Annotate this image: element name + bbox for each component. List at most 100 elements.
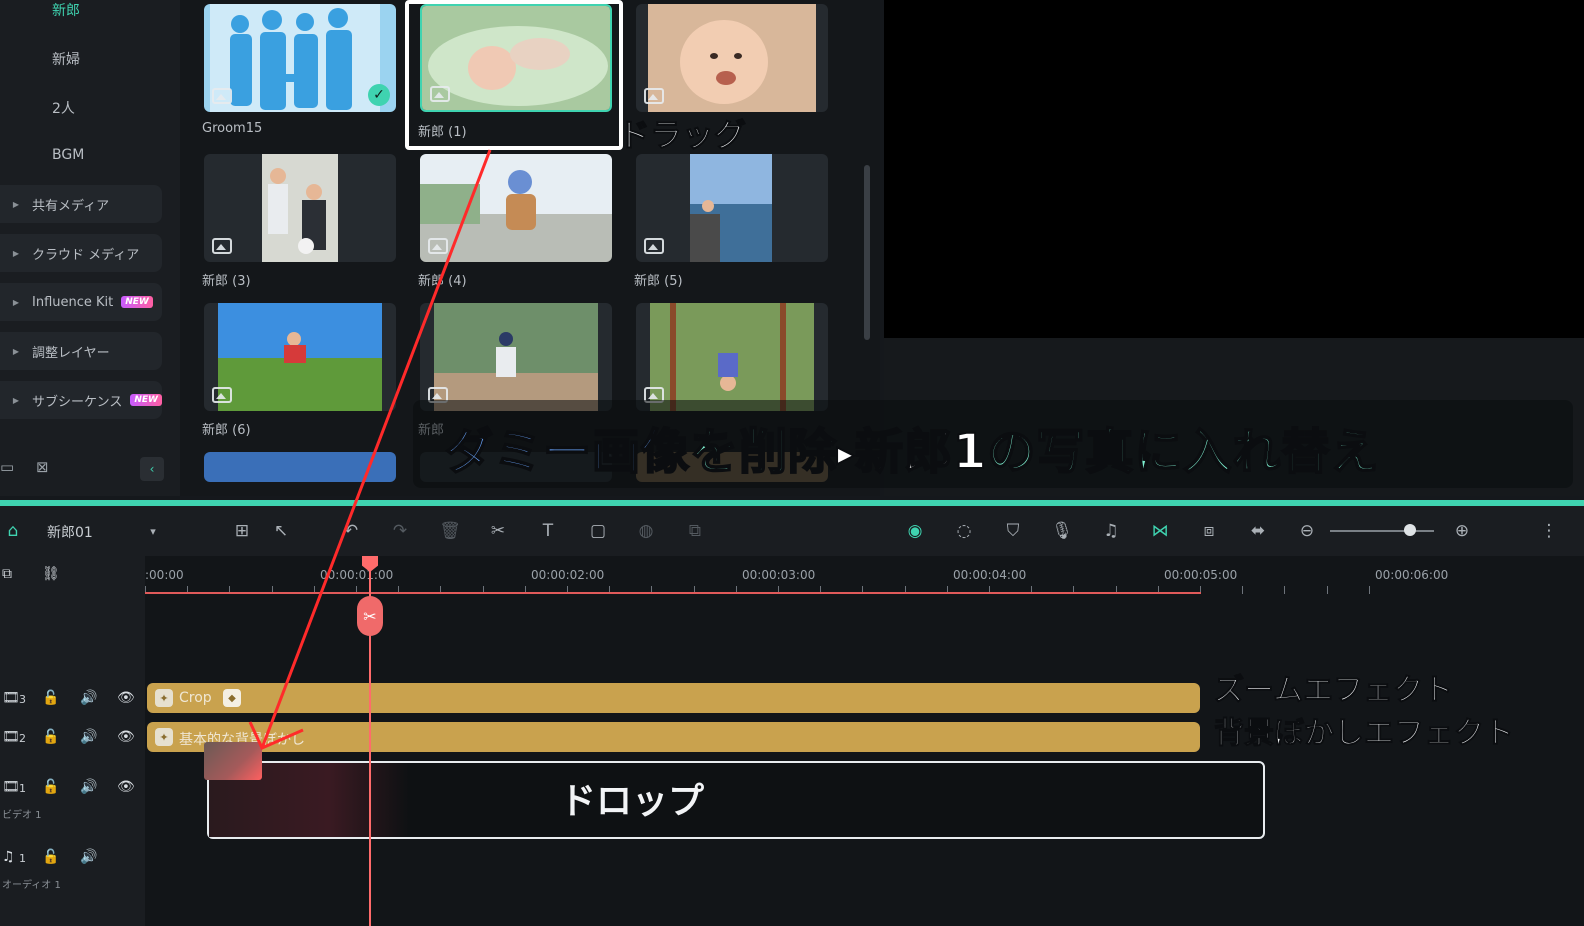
grip-icon[interactable]: ⋮: [1538, 520, 1560, 542]
redo-icon[interactable]: ↷: [389, 520, 411, 542]
zoom-slider[interactable]: [1330, 530, 1434, 532]
ai-mate-icon[interactable]: ◉: [904, 520, 926, 542]
render-icon[interactable]: ◌: [953, 520, 975, 542]
lock-icon[interactable]: 🔓: [42, 690, 59, 706]
sidebar-group-label: Influence Kit: [32, 294, 114, 310]
media-tile[interactable]: [204, 452, 396, 482]
zoom-in-icon[interactable]: ⊕: [1451, 520, 1473, 542]
undo-icon[interactable]: ↶: [340, 520, 362, 542]
media-tile[interactable]: [636, 303, 828, 411]
caption-part: ダミー画像: [444, 423, 691, 481]
zoom-out-icon[interactable]: ⊖: [1296, 520, 1318, 542]
select-tool-icon[interactable]: ↖: [270, 520, 292, 542]
effect-icon: ✦: [155, 728, 173, 746]
effect-clip-crop[interactable]: ✦ Crop ◆: [147, 683, 1200, 713]
image-type-icon: [212, 88, 232, 104]
sidebar-item-couple[interactable]: 2人: [52, 98, 75, 118]
crop-icon[interactable]: ▢: [587, 520, 609, 542]
effect-clip-background-blur[interactable]: ✦ 基本的な背景ぼかし: [147, 722, 1200, 752]
pip-icon[interactable]: ⧈: [1198, 520, 1220, 542]
new-folder-icon[interactable]: ▭: [0, 458, 14, 476]
media-scrollbar[interactable]: [864, 165, 870, 340]
speaker-icon[interactable]: 🔊: [80, 729, 97, 745]
ruler-tick: [1242, 586, 1244, 594]
video-track-icon: 🎞: [2, 779, 20, 795]
keyframe-icon[interactable]: ◆: [223, 689, 241, 707]
magnet-snap-icon[interactable]: ⋈: [1149, 520, 1171, 542]
ruler-label: :00:00: [145, 568, 184, 582]
layout-icon[interactable]: ⊞: [231, 520, 253, 542]
clip-label: Crop: [179, 690, 212, 706]
ruler-tick: [1326, 586, 1328, 594]
media-tile[interactable]: [420, 154, 612, 262]
sidebar-group-subsequence[interactable]: ▶ サブシーケンス NEW: [0, 381, 162, 419]
kid-bike-thumbnail: [420, 154, 612, 262]
media-tile[interactable]: [204, 303, 396, 411]
microphone-icon[interactable]: 🎙: [1051, 520, 1073, 542]
fit-timeline-icon[interactable]: ⬌: [1247, 520, 1269, 542]
timeline-toolbar: ⌂ 新郎01 ▾ ⊞ ↖ ↶ ↷ 🗑 ✂ T ▢ ◍ ⧉ ◉ ◌ ⛉ 🎙 ♫ ⋈…: [0, 506, 1584, 556]
media-sidebar: 新郎 新婦 2人 BGM ▶ 共有メディア ▶ クラウド メディア ▶ Infl…: [0, 0, 180, 496]
expand-arrow-icon: ▶: [12, 297, 20, 307]
cut-icon[interactable]: ✂: [487, 520, 509, 542]
drop-annotation: ドロップ: [560, 781, 705, 822]
ruler-label: 00:00:03:00: [742, 568, 816, 582]
work-area-bar[interactable]: [145, 592, 1201, 594]
speaker-icon[interactable]: 🔊: [80, 849, 97, 865]
media-tile[interactable]: [636, 4, 828, 112]
eye-icon[interactable]: 👁: [117, 690, 135, 706]
sidebar-group-shared-media[interactable]: ▶ 共有メディア: [0, 185, 162, 223]
import-folder-icon[interactable]: ⊠: [36, 458, 49, 476]
ruler-label: 00:00:06:00: [1375, 568, 1449, 582]
sidebar-group-adjustment-layer[interactable]: ▶ 調整レイヤー: [0, 332, 162, 370]
delete-icon[interactable]: 🗑: [439, 520, 461, 542]
ai-tool-icon[interactable]: ⧉: [684, 520, 706, 542]
lock-icon[interactable]: 🔓: [42, 849, 59, 865]
chevron-down-icon[interactable]: ▾: [142, 520, 164, 542]
image-type-icon: [428, 238, 448, 254]
split-scissors-icon[interactable]: ✂: [357, 596, 383, 636]
media-tile[interactable]: ✓: [204, 4, 396, 112]
sidebar-group-label: サブシーケンス: [32, 394, 123, 410]
eye-icon[interactable]: 👁: [117, 779, 135, 795]
sidebar-group-label: 調整レイヤー: [32, 345, 110, 361]
link-icon[interactable]: ⛓: [42, 566, 60, 582]
effect-icon: ✦: [155, 689, 173, 707]
video-track-icon: 🎞: [2, 690, 20, 706]
media-tile[interactable]: [204, 154, 396, 262]
lock-icon[interactable]: 🔓: [42, 729, 59, 745]
caption-arrow-icon: ▶: [836, 442, 855, 469]
tile-label: 新郎 (4): [418, 274, 467, 289]
sidebar-group-cloud-media[interactable]: ▶ クラウド メディア: [0, 234, 162, 272]
add-track-icon[interactable]: ⧉: [2, 566, 12, 582]
collapse-sidebar-button[interactable]: ‹: [140, 457, 164, 481]
color-icon[interactable]: ◍: [635, 520, 657, 542]
media-tile[interactable]: [636, 154, 828, 262]
expand-arrow-icon: ▶: [12, 248, 20, 258]
audio-sync-icon[interactable]: ♫: [1100, 520, 1122, 542]
marker-icon[interactable]: ⛉: [1002, 520, 1024, 542]
kids-thumbnail: [262, 154, 338, 262]
sidebar-group-influence-kit[interactable]: ▶ Influence Kit NEW: [0, 283, 162, 321]
speaker-icon[interactable]: 🔊: [80, 779, 97, 795]
preview-canvas: [884, 0, 1584, 338]
eye-icon[interactable]: 👁: [117, 729, 135, 745]
ruler-label: 00:00:02:00: [531, 568, 605, 582]
speaker-icon[interactable]: 🔊: [80, 690, 97, 706]
sidebar-group-label: 共有メディア: [32, 198, 110, 214]
sequence-name[interactable]: 新郎01: [47, 522, 93, 542]
sidebar-item-groom[interactable]: 新郎: [52, 0, 80, 20]
kid-playground-thumbnail: [650, 303, 814, 411]
track-number: 1: [19, 852, 26, 865]
text-icon[interactable]: T: [537, 520, 559, 542]
track-number: 3: [19, 693, 26, 706]
media-tile[interactable]: [420, 303, 612, 411]
ruler-tick: [1284, 586, 1286, 594]
sidebar-item-bgm[interactable]: BGM: [52, 147, 84, 163]
home-icon[interactable]: ⌂: [2, 520, 24, 542]
ruler-tick: [1368, 586, 1370, 594]
sidebar-item-bride[interactable]: 新婦: [52, 49, 80, 69]
lock-icon[interactable]: 🔓: [42, 779, 59, 795]
image-type-icon: [644, 238, 664, 254]
zoom-slider-handle[interactable]: [1404, 524, 1416, 536]
